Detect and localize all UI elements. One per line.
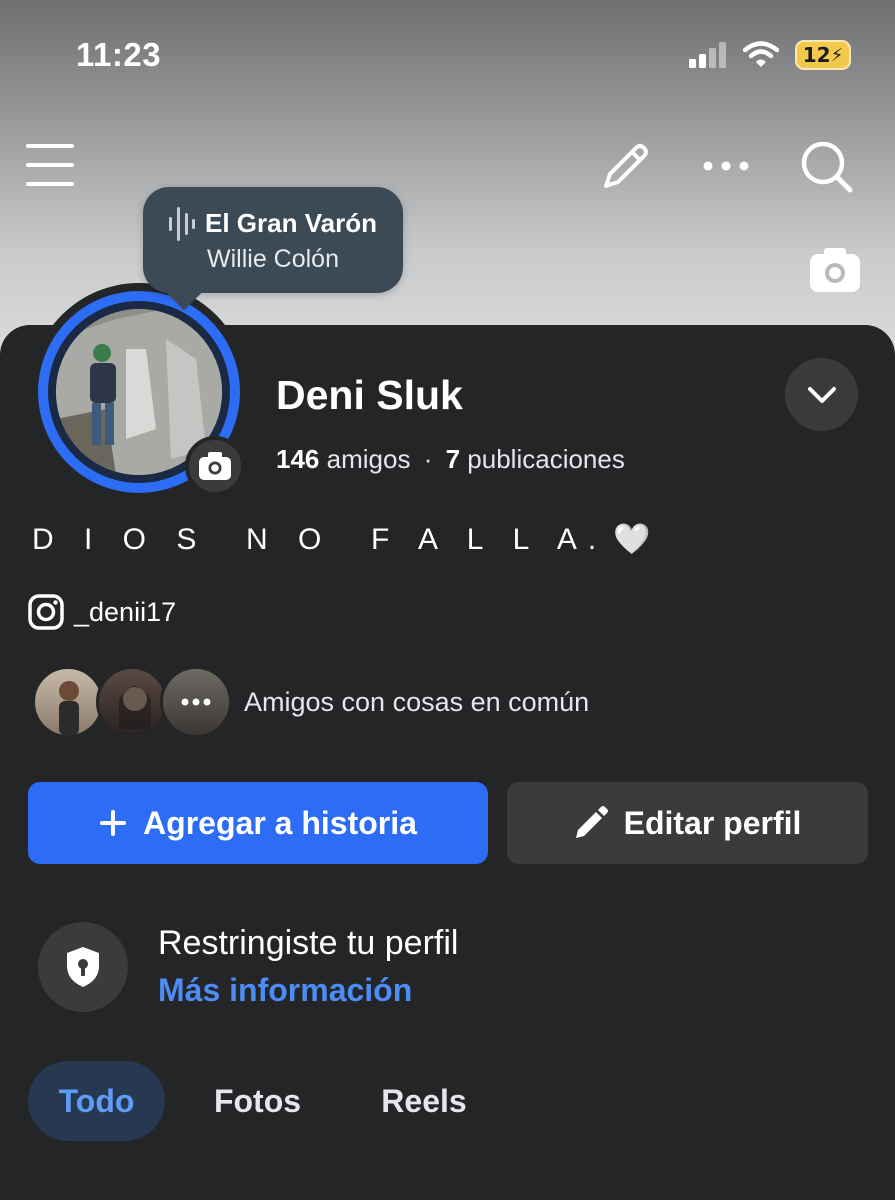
song-title: El Gran Varón xyxy=(205,208,377,238)
avatar-camera-button[interactable] xyxy=(185,436,245,496)
mutual-friend-avatar[interactable] xyxy=(96,666,168,738)
pencil-icon xyxy=(575,806,608,838)
heart-emoji: 🤍 xyxy=(613,523,651,556)
posts-label: publicaciones xyxy=(467,444,625,474)
chevron-down-icon xyxy=(807,386,836,403)
edit-profile-label: Editar perfil xyxy=(623,804,802,841)
audio-wave-icon xyxy=(169,206,196,241)
instagram-handle: _denii17 xyxy=(74,596,177,627)
profile-bio: D I O S N O F A L L A. 🤍 xyxy=(32,522,651,557)
stats-separator: · xyxy=(423,444,433,474)
song-artist: Willie Colón xyxy=(207,244,339,273)
mutual-friend-photo xyxy=(59,681,79,735)
status-indicators: 12 ⚡ xyxy=(689,40,851,70)
tab-reels[interactable]: Reels xyxy=(350,1061,498,1141)
posts-count: 7 xyxy=(445,444,461,474)
edit-profile-button[interactable]: Editar perfil xyxy=(507,782,868,864)
profile-name: Deni Sluk xyxy=(276,372,463,418)
mutual-friend-more[interactable] xyxy=(160,666,232,738)
camera-icon xyxy=(199,452,231,480)
more-dots-icon xyxy=(181,698,211,706)
friends-count[interactable]: 146 xyxy=(276,444,319,474)
add-story-button[interactable]: Agregar a historia xyxy=(28,782,488,864)
mutual-friend-avatar[interactable] xyxy=(32,666,104,738)
profile-tabs: Todo Fotos Reels xyxy=(28,1061,498,1141)
tab-todo[interactable]: Todo xyxy=(28,1061,165,1141)
status-time: 11:23 xyxy=(76,36,162,73)
mutual-friends-label: Amigos con cosas en común xyxy=(244,686,590,717)
battery-level: 12 xyxy=(802,43,831,67)
plus-icon xyxy=(100,810,127,836)
cover-camera-icon[interactable] xyxy=(808,246,862,294)
restricted-profile-title: Restringiste tu perfil xyxy=(158,924,459,962)
shield-lock-icon xyxy=(67,947,99,987)
mutual-friends-row[interactable]: Amigos con cosas en común xyxy=(32,666,589,738)
wifi-icon xyxy=(743,41,779,67)
instagram-icon xyxy=(28,594,64,630)
instagram-link[interactable]: _denii17 xyxy=(28,594,176,630)
profile-stats: 146 amigos · 7 publicaciones xyxy=(276,444,625,475)
cellular-signal-icon xyxy=(689,42,726,68)
friends-label[interactable]: amigos xyxy=(327,444,411,474)
add-story-label: Agregar a historia xyxy=(143,804,417,841)
profile-dropdown-button[interactable] xyxy=(785,358,858,431)
now-playing-bubble[interactable]: El Gran Varón Willie Colón xyxy=(143,187,403,293)
restricted-profile-badge xyxy=(38,922,128,1012)
bio-text: D I O S N O F A L L A. xyxy=(32,522,608,556)
mutual-friend-photo xyxy=(119,686,151,729)
more-info-link[interactable]: Más información xyxy=(158,972,412,1009)
edit-pencil-icon[interactable] xyxy=(598,140,652,194)
more-options-icon[interactable] xyxy=(702,158,750,174)
search-icon[interactable] xyxy=(800,140,854,194)
tab-fotos[interactable]: Fotos xyxy=(165,1061,350,1141)
battery-icon: 12 ⚡ xyxy=(795,40,851,70)
menu-icon[interactable] xyxy=(26,142,76,188)
